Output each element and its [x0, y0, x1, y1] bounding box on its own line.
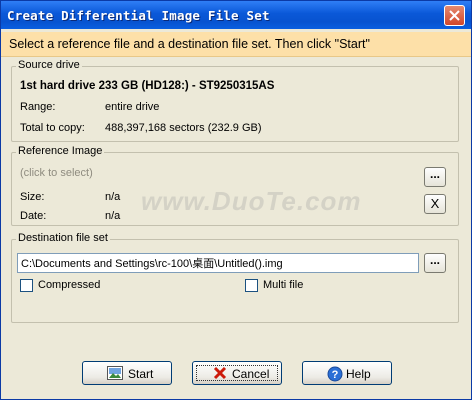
reference-clear-button[interactable]: X [424, 194, 446, 214]
reference-image-legend: Reference Image [16, 145, 105, 157]
svg-text:?: ? [332, 369, 339, 381]
cancel-button[interactable]: Cancel [192, 361, 282, 385]
watermark-text: www.DuoTe.com [141, 186, 362, 216]
cancel-x-icon [213, 366, 227, 380]
instruction-banner: Select a reference file and a destinatio… [1, 32, 471, 57]
reference-placeholder[interactable]: (click to select) [20, 167, 93, 179]
multifile-checkbox[interactable] [245, 279, 258, 292]
total-value: 488,397,168 sectors (232.9 GB) [105, 122, 262, 134]
reference-browse-button[interactable]: ... [424, 167, 446, 187]
instruction-text: Select a reference file and a destinatio… [9, 37, 370, 51]
total-label: Total to copy: [20, 122, 85, 134]
help-icon: ? [327, 366, 343, 382]
compressed-checkbox[interactable] [20, 279, 33, 292]
start-icon [107, 366, 123, 380]
size-value: n/a [105, 191, 121, 203]
start-button[interactable]: Start [82, 361, 172, 385]
date-label: Date: [20, 210, 47, 222]
help-button[interactable]: ? Help [302, 361, 392, 385]
range-value: entire drive [105, 101, 160, 113]
clear-label: X [430, 196, 440, 211]
date-value: n/a [105, 210, 121, 222]
destination-browse-button[interactable]: ... [424, 253, 446, 273]
start-label: Start [128, 367, 154, 381]
range-label: Range: [20, 101, 56, 113]
browse-label: ... [429, 167, 440, 181]
source-drive-legend: Source drive [16, 59, 82, 71]
dialog-window: Create Differential Image File Set Selec… [0, 0, 472, 400]
destination-browse-label: ... [429, 253, 440, 267]
close-button[interactable] [444, 5, 465, 26]
multifile-label[interactable]: Multi file [263, 279, 303, 291]
size-label: Size: [20, 191, 45, 203]
title-bar[interactable]: Create Differential Image File Set [1, 1, 471, 29]
source-drive-name: 1st hard drive 233 GB (HD128:) - ST92503… [20, 80, 275, 92]
cancel-label: Cancel [232, 367, 270, 381]
help-label: Help [346, 367, 371, 381]
compressed-label[interactable]: Compressed [38, 279, 100, 291]
close-icon [449, 10, 460, 21]
destination-path-input[interactable] [17, 253, 419, 273]
window-title: Create Differential Image File Set [7, 8, 270, 23]
destination-legend: Destination file set [16, 232, 110, 244]
